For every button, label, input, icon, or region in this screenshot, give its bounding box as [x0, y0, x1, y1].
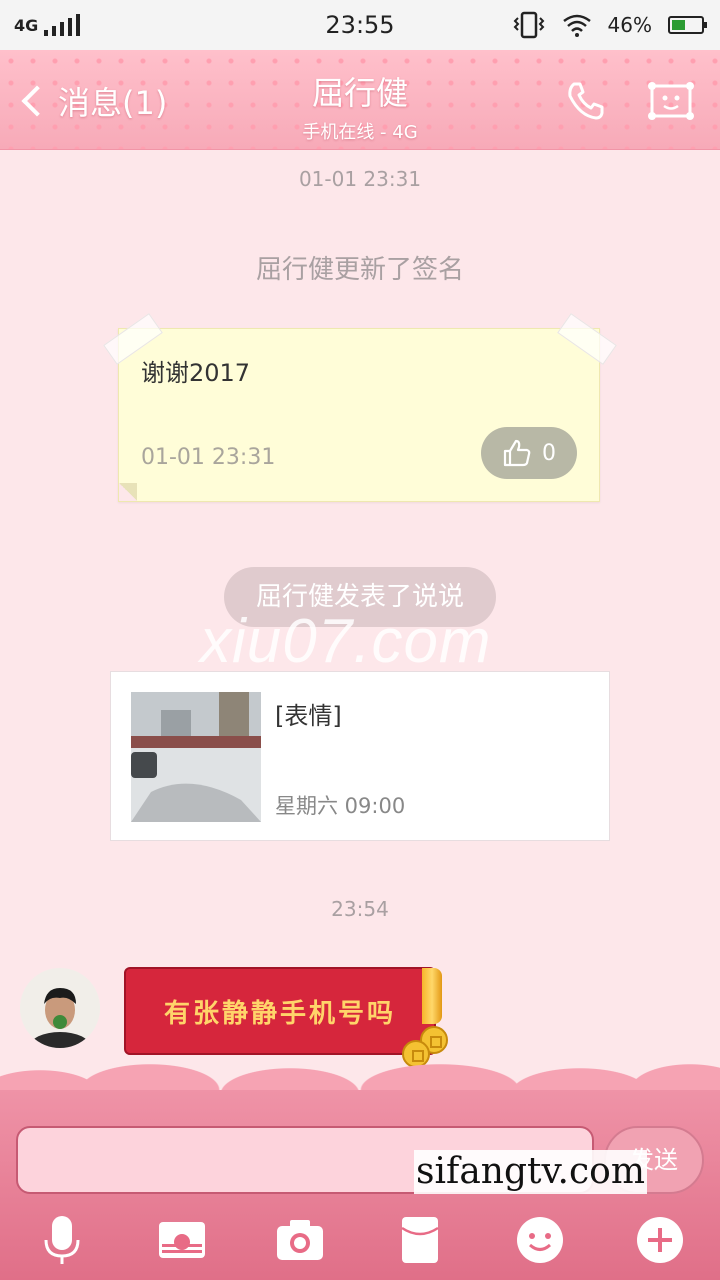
gallery-icon[interactable]	[156, 1214, 208, 1266]
contact-status: 手机在线 - 4G	[302, 122, 418, 143]
contact-name: 屈行健	[311, 74, 408, 112]
signature-notice: 屈行健更新了签名	[255, 255, 464, 285]
timestamp: 01-01 23:31	[298, 167, 422, 191]
watermark-bottom: sifangtv.com	[414, 1150, 647, 1194]
scroll-decoration	[422, 968, 442, 1024]
signature-note[interactable]: 谢谢2017 01-01 23:31 0	[103, 313, 617, 502]
battery-icon	[668, 16, 707, 34]
red-packet-message[interactable]: 有张静静手机号吗	[124, 967, 436, 1055]
input-toolbar	[0, 1210, 720, 1270]
like-count: 0	[542, 440, 556, 466]
contact-title[interactable]: 屈行健 手机在线 - 4G	[0, 68, 720, 144]
tape-decoration	[557, 313, 617, 365]
like-button[interactable]: 0	[481, 427, 577, 479]
emoji-icon[interactable]	[514, 1214, 566, 1266]
plus-icon[interactable]	[634, 1214, 686, 1266]
page-fold	[119, 483, 137, 501]
signature-date: 01-01 23:31	[141, 445, 276, 470]
post-thumbnail	[131, 692, 261, 822]
timestamp: 23:54	[331, 897, 389, 921]
post-card[interactable]: [表情] 星期六 09:00	[110, 671, 610, 841]
chat-header: 消息(1) 屈行健 手机在线 - 4G	[0, 50, 720, 150]
red-packet-text: 有张静静手机号吗	[163, 998, 396, 1029]
watermark-top: xiu07.com	[200, 607, 492, 676]
wifi-icon	[562, 14, 591, 37]
vibrate-icon	[513, 11, 544, 39]
phone-icon[interactable]	[566, 80, 606, 120]
snow-scene-image	[131, 692, 261, 822]
signature-text: 谢谢2017	[141, 359, 251, 387]
red-packet-icon[interactable]	[394, 1214, 446, 1266]
battery-percent: 46%	[607, 13, 652, 37]
battery-fill	[672, 20, 685, 30]
avatar[interactable]	[20, 968, 100, 1048]
camera-icon[interactable]	[274, 1214, 326, 1266]
thumbs-up-icon	[503, 439, 531, 467]
post-title: [表情]	[275, 702, 342, 730]
microphone-icon[interactable]	[36, 1214, 88, 1266]
profile-icon[interactable]	[646, 80, 696, 122]
status-bar: 4G 23:55 46%	[0, 0, 720, 50]
post-time: 星期六 09:00	[275, 794, 406, 818]
